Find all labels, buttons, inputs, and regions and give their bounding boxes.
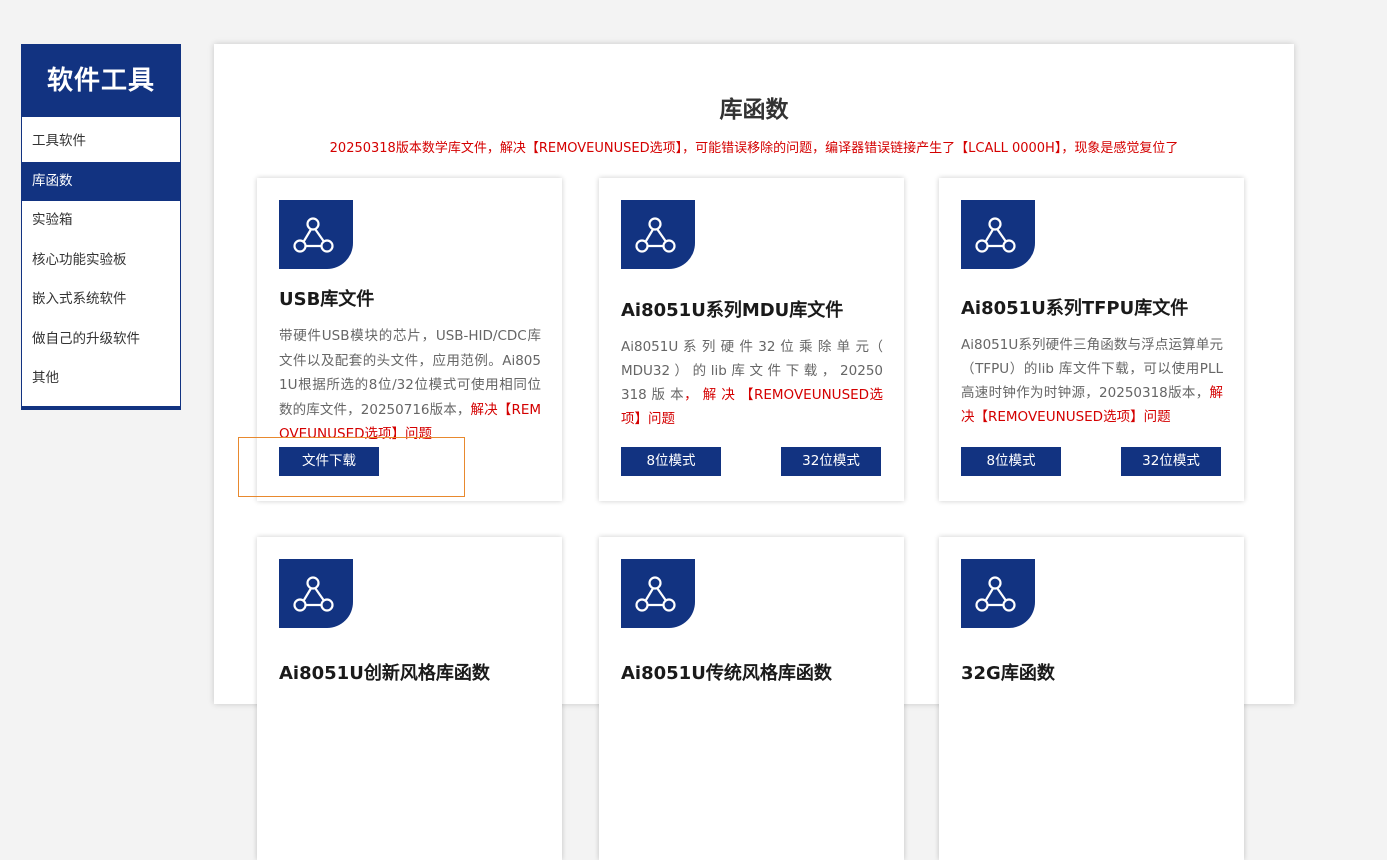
sidebar-item-library-functions[interactable]: 库函数 — [22, 161, 180, 201]
card-traditional-style-library: Ai8051U传统风格库函数 — [599, 537, 904, 860]
sidebar: 软件工具 工具软件 库函数 实验箱 核心功能实验板 嵌入式系统软件 做自己的升级… — [21, 44, 181, 410]
sidebar-item-other[interactable]: 其他 — [22, 359, 180, 399]
card-title: 32G库函数 — [961, 663, 1055, 684]
share-network-icon — [621, 559, 695, 628]
sidebar-item-core-board[interactable]: 核心功能实验板 — [22, 241, 180, 281]
card-title: Ai8051U传统风格库函数 — [621, 663, 832, 684]
share-network-icon — [279, 200, 353, 269]
highlight-box — [238, 437, 465, 497]
share-network-icon — [279, 559, 353, 628]
sidebar-item-upgrade-software[interactable]: 做自己的升级软件 — [22, 320, 180, 360]
card-title: Ai8051U系列TFPU库文件 — [961, 298, 1189, 319]
card-tfpu-library: Ai8051U系列TFPU库文件 Ai8051U系列硬件三角函数与浮点运算单元（… — [939, 178, 1244, 501]
32bit-mode-button[interactable]: 32位模式 — [1121, 447, 1221, 476]
sidebar-title: 软件工具 — [22, 45, 180, 117]
sidebar-item-experiment-box[interactable]: 实验箱 — [22, 201, 180, 241]
card-title: USB库文件 — [279, 289, 375, 310]
notice-text: 20250318版本数学库文件，解决【REMOVEUNUSED选项】，可能错误移… — [329, 141, 1179, 156]
main-content: 库函数 20250318版本数学库文件，解决【REMOVEUNUSED选项】，可… — [214, 44, 1294, 860]
share-network-icon — [961, 200, 1035, 269]
card-innovative-style-library: Ai8051U创新风格库函数 — [257, 537, 562, 860]
8bit-mode-button[interactable]: 8位模式 — [961, 447, 1061, 476]
share-network-icon — [621, 200, 695, 269]
32bit-mode-button[interactable]: 32位模式 — [781, 447, 881, 476]
card-32g-library: 32G库函数 — [939, 537, 1244, 860]
sidebar-item-tool-software[interactable]: 工具软件 — [22, 122, 180, 162]
card-description: Ai8051U系列硬件三角函数与浮点运算单元（TFPU）的lib 库文件下载，可… — [961, 337, 1223, 425]
page-title: 库函数 — [719, 97, 789, 123]
sidebar-item-embedded-software[interactable]: 嵌入式系统软件 — [22, 280, 180, 320]
card-description: 带硬件USB模块的芯片，USB-HID/CDC库文件以及配套的头文件，应用范例。… — [279, 328, 542, 442]
share-network-icon — [961, 559, 1035, 628]
card-title: Ai8051U创新风格库函数 — [279, 663, 490, 684]
card-mdu-library: Ai8051U系列MDU库文件 Ai8051U 系 列 硬 件 32 位 乘 除… — [599, 178, 904, 501]
sidebar-list: 工具软件 库函数 实验箱 核心功能实验板 嵌入式系统软件 做自己的升级软件 其他 — [22, 122, 180, 399]
8bit-mode-button[interactable]: 8位模式 — [621, 447, 721, 476]
card-description: Ai8051U 系 列 硬 件 32 位 乘 除 单 元（ MDU32 ） 的 … — [621, 339, 883, 427]
card-title: Ai8051U系列MDU库文件 — [621, 300, 844, 321]
